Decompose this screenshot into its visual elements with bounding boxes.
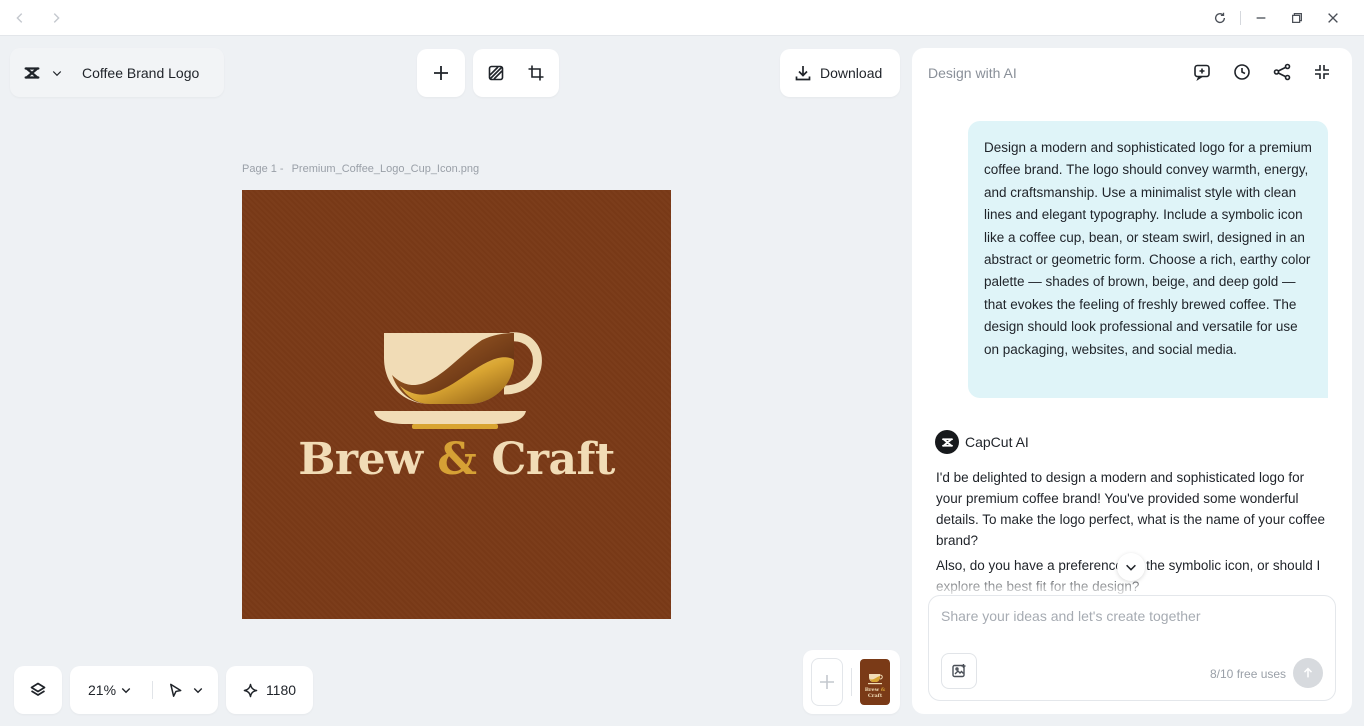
logo-wordmark: Brew & Craft [242,434,671,485]
free-uses-counter: 8/10 free uses [1210,667,1287,681]
restore-icon[interactable] [1287,8,1307,28]
page-thumbnails: Brew & Craft [803,650,900,714]
logo-ampersand: & [437,434,477,485]
upload-image-button[interactable] [941,653,977,689]
thumbnail-divider [851,668,852,696]
file-name[interactable]: Premium_Coffee_Logo_Cup_Icon.png [292,163,480,175]
chat-composer: 8/10 free uses [928,595,1336,701]
chevron-down-icon [1126,564,1136,571]
close-icon[interactable] [1323,8,1343,28]
download-button[interactable]: Download [780,49,900,97]
plus-icon [820,675,834,689]
zoom-controls: 21% [70,666,218,714]
arrow-up-icon [1303,667,1313,678]
ai-name: CapCut AI [965,434,1029,450]
capcut-ai-avatar-icon [935,430,959,454]
page-number: Page 1 - [242,163,284,175]
user-message: Design a modern and sophisticated logo f… [968,121,1328,398]
resize-icon[interactable] [520,57,552,89]
download-icon [795,66,811,81]
zoom-level[interactable]: 21% [88,682,116,698]
background-remove-icon[interactable] [480,57,512,89]
logo-artwork[interactable]: Brew & Craft [242,190,671,619]
zoom-chevron-down-icon[interactable] [120,684,132,696]
collapse-panel-icon[interactable] [1306,56,1338,88]
ai-message-paragraph-1: I'd be delighted to design a modern and … [936,470,1325,548]
chat-input[interactable] [941,608,1321,624]
share-flow-icon[interactable] [1266,56,1298,88]
logo-text-craft: Craft [476,434,615,485]
pointer-chevron-down-icon[interactable] [192,684,204,696]
plus-icon [425,57,457,89]
page-label: Page 1 - Premium_Coffee_Logo_Cup_Icon.png [242,163,479,175]
sparkle-icon [243,683,258,697]
thumbnail-wordmark: Brew & Craft [860,687,890,699]
forward-arrow-icon[interactable] [46,8,66,28]
document-title[interactable]: Coffee Brand Logo [82,65,199,81]
thumbnail-text-craft: Craft [867,693,883,699]
scroll-to-bottom-button[interactable] [1117,553,1145,581]
history-icon[interactable] [1226,56,1258,88]
ai-message-header: CapCut AI [935,430,1029,454]
titlebar-divider [1240,11,1241,25]
zoom-divider [152,681,154,699]
refresh-icon[interactable] [1210,8,1230,28]
capcut-logo-icon [20,57,44,89]
panel-title: Design with AI [928,65,1017,81]
title-bar [0,0,1364,36]
send-button[interactable] [1293,658,1323,688]
pointer-tool-icon[interactable] [167,682,184,699]
layers-button[interactable] [14,666,62,714]
credits-button[interactable]: 1180 [226,666,313,714]
document-menu[interactable]: Coffee Brand Logo [10,48,224,97]
minimize-icon[interactable] [1251,8,1271,28]
download-label: Download [820,65,883,81]
ai-design-panel: Design with AI Design a modern and sophi… [912,48,1352,714]
credits-count: 1180 [265,682,297,698]
chevron-down-icon[interactable] [46,57,68,89]
image-upload-icon [952,664,966,678]
layers-icon [22,674,54,706]
canvas-tools [473,49,559,97]
page-thumbnail[interactable]: Brew & Craft [860,659,890,705]
add-page-button[interactable] [811,658,843,706]
logo-text-brew: Brew [298,434,438,485]
coffee-cup-logo-icon [374,332,542,429]
panel-toolbar [1186,56,1338,88]
new-chat-icon[interactable] [1186,56,1218,88]
add-button[interactable] [417,49,465,97]
back-arrow-icon[interactable] [10,8,30,28]
